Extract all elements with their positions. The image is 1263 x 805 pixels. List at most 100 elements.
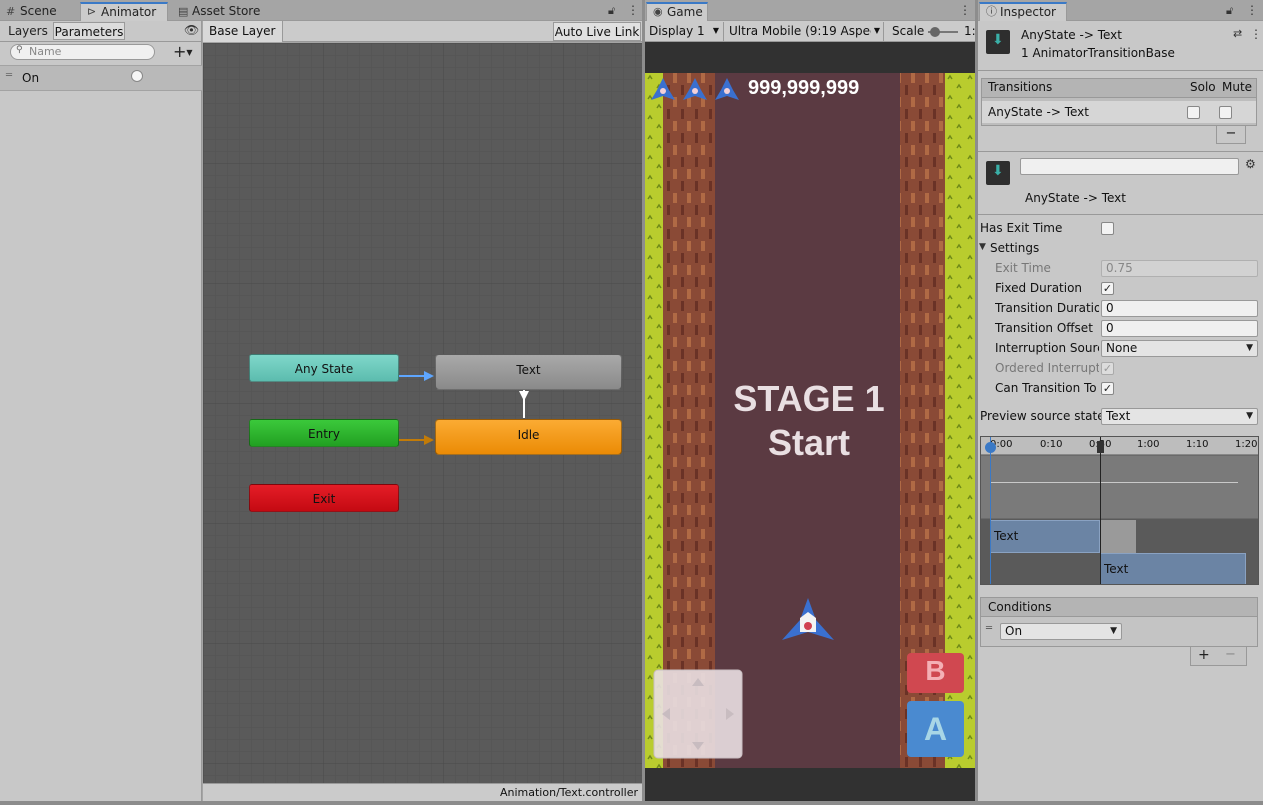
condition-drag-handle-icon[interactable]: ═ <box>986 623 992 634</box>
detail-divider <box>978 214 1263 215</box>
display-dropdown[interactable]: Display 1 ▼ <box>646 22 724 41</box>
preview-source-dropdown[interactable]: Text ▼ <box>1101 408 1258 425</box>
timeline-curve-area <box>981 456 1258 518</box>
breadcrumb-label: Base Layer <box>209 24 276 38</box>
search-placeholder: Name <box>29 45 62 58</box>
timeline-track-source[interactable]: Text <box>990 520 1100 553</box>
timeline-track-dest[interactable]: Text <box>1100 553 1246 584</box>
left-dirt <box>663 73 715 768</box>
aspect-dropdown[interactable]: Ultra Mobile (9:19 Aspect) ▼ <box>726 22 884 41</box>
timeline-ruler <box>981 437 1258 455</box>
chevron-down-icon: ▼ <box>1246 343 1253 353</box>
inspector-lock-icon[interactable]: 🔓︎ <box>1226 4 1233 18</box>
conditions-label: Conditions <box>988 600 1052 614</box>
transition-offset-field[interactable]: 0 <box>1101 320 1258 337</box>
gear-icon[interactable]: ⚙ <box>1245 157 1256 171</box>
condition-dropdown[interactable]: On ▼ <box>1000 623 1122 640</box>
scale-slider-thumb[interactable] <box>930 27 940 37</box>
auto-live-link-button[interactable]: Auto Live Link <box>553 22 641 41</box>
ordered-interruption-checkbox[interactable]: ✓ <box>1101 362 1114 375</box>
solo-label: Solo <box>1190 80 1216 94</box>
parameter-search-input[interactable]: ⚲ Name <box>10 44 155 60</box>
chevron-down-icon: ▼ <box>1110 626 1117 636</box>
animator-footer: Animation/Text.controller <box>203 783 642 801</box>
node-entry[interactable]: Entry <box>249 419 399 447</box>
transition-name-input[interactable] <box>1020 158 1239 175</box>
tab-inspector[interactable]: ⓘ Inspector <box>979 2 1067 21</box>
transition-item[interactable]: AnyState -> Text <box>982 101 1256 123</box>
timeline-marker-handle[interactable] <box>1097 441 1104 453</box>
interruption-source-value: None <box>1106 341 1138 355</box>
solo-checkbox[interactable] <box>1187 106 1200 119</box>
animator-graph[interactable] <box>203 43 642 783</box>
ordered-interruption-label: Ordered Interruptio <box>995 361 1099 375</box>
scale-label: Scale <box>892 24 925 38</box>
tab-scene-label: Scene <box>20 4 57 18</box>
timeline-transition-marker[interactable] <box>1100 437 1101 584</box>
score-text: 999,999,999 <box>748 77 860 99</box>
header-subtitle: 1 AnimatorTransitionBase <box>1021 46 1175 60</box>
search-icon: ⚲ <box>16 45 23 55</box>
aspect-label: Ultra Mobile (9:19 Aspect) <box>729 24 871 38</box>
chevron-down-icon: ▼ <box>712 26 719 35</box>
fixed-duration-checkbox[interactable]: ✓ <box>1101 282 1114 295</box>
eye-icon[interactable]: 👁︎ <box>184 23 199 37</box>
has-exit-time-checkbox[interactable] <box>1101 222 1114 235</box>
gamepad-icon: ◉ <box>653 5 663 18</box>
can-transition-to-checkbox[interactable]: ✓ <box>1101 382 1114 395</box>
parameter-bool-toggle[interactable] <box>131 70 143 82</box>
interruption-source-dropdown[interactable]: None ▼ <box>1101 340 1258 357</box>
parameters-panel <box>0 21 202 805</box>
header-title: AnyState -> Text <box>1021 28 1122 42</box>
scene-grid-icon: # <box>6 5 16 18</box>
inspector-kebab-icon[interactable]: ⋮ <box>1246 3 1258 17</box>
tab-game-label: Game <box>667 5 703 19</box>
kebab-menu-icon[interactable]: ⋮ <box>627 3 639 17</box>
tab-scene[interactable]: # Scene <box>0 2 80 21</box>
transition-duration-field[interactable]: 0 <box>1101 300 1258 317</box>
tab-game[interactable]: ◉ Game <box>646 2 708 21</box>
stage-subtitle: Start <box>767 422 851 463</box>
node-idle[interactable]: Idle <box>435 419 622 455</box>
preset-icon[interactable]: ⇄ <box>1233 27 1242 40</box>
drag-handle-icon[interactable]: ═ <box>6 70 12 81</box>
lock-icon[interactable]: 🔓︎ <box>608 4 615 18</box>
timeline-track-source-label: Text <box>994 529 1019 543</box>
interruption-source-label: Interruption Source <box>995 341 1099 355</box>
add-parameter-button[interactable]: +▼ <box>173 42 193 61</box>
timeline-curve <box>990 482 1238 483</box>
settings-foldout-icon[interactable]: ▼ <box>979 242 986 252</box>
chevron-down-icon: ▼ <box>873 26 880 35</box>
settings-label[interactable]: Settings <box>990 238 1039 258</box>
scale-slider[interactable] <box>928 27 958 37</box>
tab-asset-store[interactable]: ▤ Asset Store <box>172 2 272 21</box>
breadcrumb[interactable]: Base Layer <box>203 21 283 42</box>
timeline-playhead-handle[interactable] <box>985 442 996 453</box>
subtab-layers[interactable]: Layers <box>4 22 52 40</box>
timeline-transition-overlap <box>1100 520 1136 553</box>
parameter-row[interactable]: ═ On <box>0 65 202 91</box>
node-any-state[interactable]: Any State <box>249 354 399 382</box>
header-kebab-icon[interactable]: ⋮ <box>1250 27 1262 41</box>
exit-time-field[interactable]: 0.75 <box>1101 260 1258 277</box>
timeline[interactable]: 0:00 0:10 0:50 1:00 1:10 1:20 Text Text <box>980 436 1259 585</box>
timeline-playhead[interactable] <box>990 437 991 584</box>
subtab-parameters[interactable]: Parameters <box>53 22 125 40</box>
add-condition-button[interactable]: + <box>1198 647 1210 663</box>
animator-icon: ⊳ <box>87 5 97 18</box>
tab-animator[interactable]: ⊳ Animator <box>80 2 168 21</box>
mute-label: Mute <box>1222 80 1253 94</box>
transition-header-icon: ⬇ <box>986 30 1010 54</box>
section-divider <box>978 151 1263 152</box>
dpad[interactable] <box>653 669 743 759</box>
remove-transition-button[interactable]: − <box>1216 126 1246 144</box>
parameter-name: On <box>22 71 40 85</box>
transition-name-display: AnyState -> Text <box>1025 191 1126 205</box>
transition-duration-label: Transition Duratior <box>995 301 1099 315</box>
remove-condition-button[interactable]: − <box>1225 647 1236 662</box>
button-a-label: A <box>923 711 948 747</box>
node-exit[interactable]: Exit <box>249 484 399 512</box>
node-text[interactable]: Text <box>435 354 622 390</box>
mute-checkbox[interactable] <box>1219 106 1232 119</box>
game-kebab-icon[interactable]: ⋮ <box>959 3 971 17</box>
